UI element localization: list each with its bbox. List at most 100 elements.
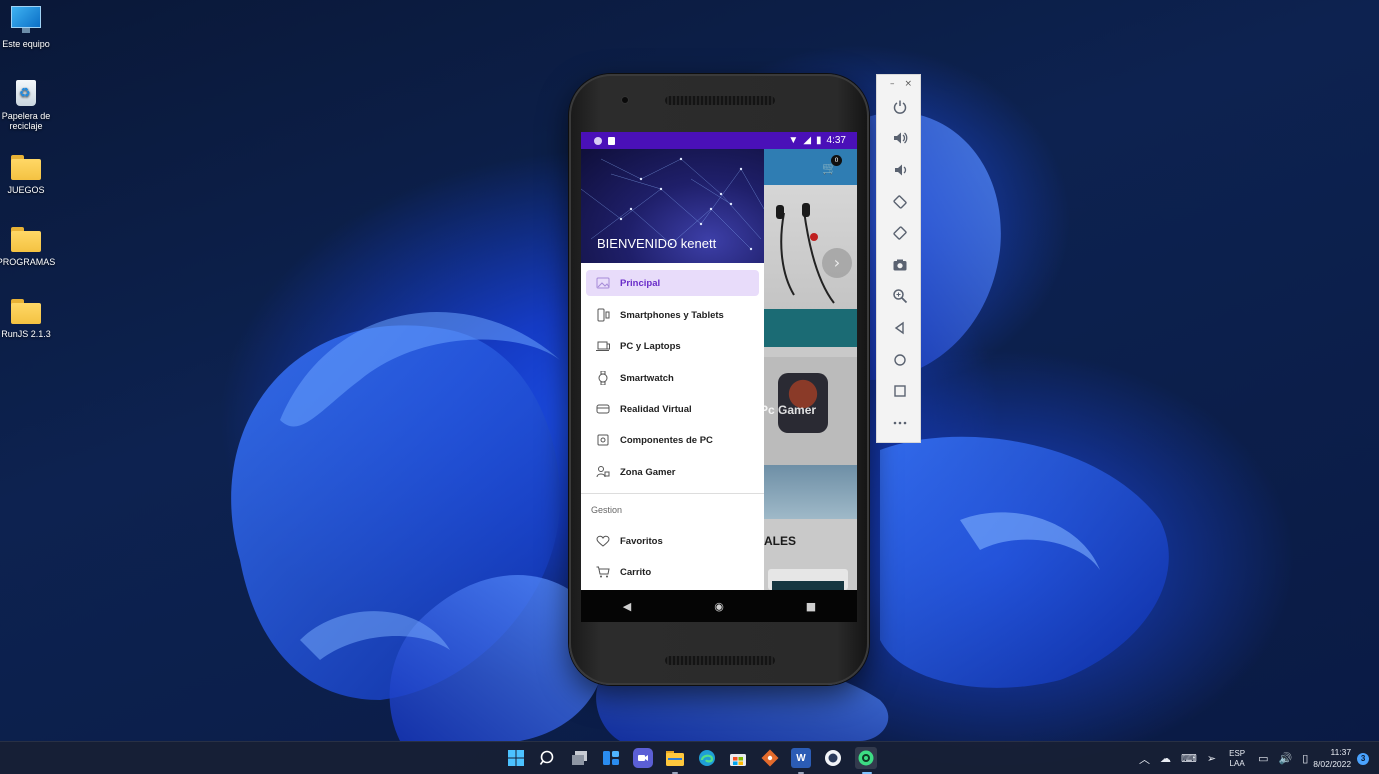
drawer-item-componentes[interactable]: Componentes de PC bbox=[586, 427, 759, 453]
rotate-left-icon[interactable] bbox=[877, 186, 922, 218]
folder-icon bbox=[9, 224, 43, 254]
network-icon[interactable]: ▭ bbox=[1258, 752, 1268, 765]
earphones-image bbox=[776, 203, 835, 304]
language-indicator[interactable]: ESP LAA bbox=[1229, 749, 1245, 769]
gamer-icon bbox=[595, 464, 611, 480]
watch-icon bbox=[595, 370, 611, 386]
chevron-up-icon[interactable]: ︿ bbox=[1139, 751, 1150, 767]
front-camera bbox=[621, 96, 629, 104]
volume-down-icon[interactable] bbox=[877, 154, 922, 186]
task-view-icon[interactable] bbox=[570, 748, 590, 768]
drawer-item-favoritos[interactable]: Favoritos bbox=[586, 528, 759, 554]
edge-icon[interactable] bbox=[697, 748, 717, 768]
drawer-group-title: Gestion bbox=[591, 505, 623, 515]
emulator-minimize-button[interactable]: – bbox=[890, 79, 895, 91]
search-icon[interactable] bbox=[538, 748, 558, 768]
word-icon[interactable]: W bbox=[791, 748, 811, 768]
volume-icon[interactable]: 🔊 bbox=[1279, 752, 1293, 765]
wifi-icon: ▼ bbox=[788, 135, 799, 146]
rotate-right-icon[interactable] bbox=[877, 217, 922, 249]
desktop-icon-label: Papelera de reciclaje bbox=[1, 111, 51, 132]
android-nav-bar: ◀ ◉ ■ bbox=[581, 590, 857, 622]
app-icon[interactable] bbox=[823, 748, 843, 768]
git-icon[interactable] bbox=[760, 748, 780, 768]
vr-headset-icon bbox=[595, 401, 611, 417]
clock[interactable]: 11:37 8/02/2022 bbox=[1313, 747, 1351, 769]
nav-recents-button[interactable]: ■ bbox=[801, 600, 821, 613]
navigation-drawer: BIENVENIDO kenett Principal Smartphones … bbox=[581, 149, 764, 590]
smartphone-icon bbox=[595, 307, 611, 323]
status-bar: ▼ ◢ ▮ 4:37 bbox=[581, 132, 857, 149]
keyboard-icon[interactable]: ⌨ bbox=[1181, 752, 1197, 765]
drawer-item-label: Carrito bbox=[620, 566, 652, 578]
onedrive-icon[interactable]: ☁ bbox=[1160, 752, 1171, 765]
banner-third[interactable] bbox=[764, 465, 857, 519]
folder-icon bbox=[9, 296, 43, 326]
emulator-close-button[interactable]: × bbox=[904, 79, 912, 91]
taskbar: W ︿ ☁ ⌨ ➢ ESP LAA ▭ 🔊 ▯ 11:37 8/02/2022 … bbox=[0, 741, 1379, 774]
clock-date: 8/02/2022 bbox=[1313, 758, 1352, 769]
drawer-divider bbox=[581, 493, 764, 494]
sd-card-icon bbox=[608, 136, 615, 145]
desktop-icon-runjs[interactable]: RunJS 2.1.3 bbox=[0, 296, 52, 339]
app-content[interactable]: 🛒 0 › Pc Gamer ALES bbox=[764, 149, 857, 590]
recycle-bin-icon: ♻ bbox=[9, 78, 43, 108]
home-icon[interactable] bbox=[877, 344, 922, 376]
signal-icon: ◢ bbox=[803, 135, 812, 146]
carousel-next-button[interactable]: › bbox=[822, 248, 852, 278]
monitor-icon bbox=[9, 6, 43, 36]
desktop-icon-label: PROGRAMAS bbox=[0, 257, 56, 267]
notification-dot-icon bbox=[594, 136, 602, 145]
drawer-item-smartwatch[interactable]: Smartwatch bbox=[586, 365, 759, 391]
language-line-2: LAA bbox=[1229, 758, 1245, 768]
camera-icon[interactable] bbox=[877, 249, 922, 281]
drawer-item-label: Smartphones y Tablets bbox=[620, 309, 724, 321]
desktop-icon-juegos[interactable]: JUEGOS bbox=[0, 152, 52, 195]
notification-badge[interactable]: 3 bbox=[1357, 752, 1370, 765]
volume-up-icon[interactable] bbox=[877, 123, 922, 155]
drawer-item-label: Realidad Virtual bbox=[620, 403, 692, 415]
drawer-item-label: Principal bbox=[620, 277, 661, 289]
drawer-item-smartphones[interactable]: Smartphones y Tablets bbox=[586, 302, 759, 328]
store-icon[interactable] bbox=[728, 748, 748, 768]
drawer-item-realidad-virtual[interactable]: Realidad Virtual bbox=[586, 396, 759, 422]
widgets-icon[interactable] bbox=[601, 748, 621, 768]
drawer-item-label: Zona Gamer bbox=[620, 466, 676, 478]
nav-back-button[interactable]: ◀ bbox=[617, 600, 637, 613]
banner-teal-band bbox=[764, 309, 857, 347]
desktop-icon-este-equipo[interactable]: Este equipo bbox=[0, 6, 52, 49]
cart-badge: 0 bbox=[831, 155, 842, 166]
back-icon[interactable] bbox=[877, 312, 922, 344]
banner-pc-gamer[interactable]: Pc Gamer bbox=[764, 357, 857, 465]
battery-icon[interactable]: ▯ bbox=[1302, 752, 1308, 765]
drawer-item-label: PC y Laptops bbox=[620, 340, 681, 352]
laptop-icon bbox=[595, 338, 611, 354]
drawer-header-title: BIENVENIDO kenett bbox=[597, 236, 717, 251]
language-line-1: ESP bbox=[1229, 748, 1246, 758]
folder-icon bbox=[9, 152, 43, 182]
heart-icon bbox=[595, 533, 611, 549]
pen-icon[interactable]: ➢ bbox=[1207, 752, 1216, 765]
banner-earphones[interactable]: › bbox=[764, 185, 857, 347]
zoom-icon[interactable] bbox=[877, 281, 922, 313]
drawer-item-principal[interactable]: Principal bbox=[586, 270, 759, 296]
top-speaker bbox=[665, 96, 775, 105]
android-studio-icon[interactable] bbox=[855, 747, 877, 769]
chat-icon[interactable] bbox=[633, 748, 653, 768]
desktop-icon-label: JUEGOS bbox=[7, 185, 45, 195]
desktop-icon-papelera[interactable]: ♻ Papelera de reciclaje bbox=[0, 78, 52, 132]
start-icon[interactable] bbox=[506, 748, 526, 768]
section-title: ALES bbox=[764, 534, 797, 548]
more-icon[interactable] bbox=[877, 407, 922, 439]
power-icon[interactable] bbox=[877, 91, 922, 123]
overview-icon[interactable] bbox=[877, 375, 922, 407]
drawer-item-zona-gamer[interactable]: Zona Gamer bbox=[586, 459, 759, 485]
desktop-icon-label: Este equipo bbox=[2, 39, 50, 49]
drawer-item-pc-laptops[interactable]: PC y Laptops bbox=[586, 333, 759, 359]
desktop-icon-programas[interactable]: PROGRAMAS bbox=[0, 224, 56, 267]
drawer-item-label: Smartwatch bbox=[620, 372, 674, 384]
drawer-item-carrito[interactable]: Carrito bbox=[586, 559, 759, 585]
product-card[interactable] bbox=[768, 569, 848, 590]
nav-home-button[interactable]: ◉ bbox=[709, 600, 729, 613]
file-explorer-icon[interactable] bbox=[665, 748, 685, 768]
